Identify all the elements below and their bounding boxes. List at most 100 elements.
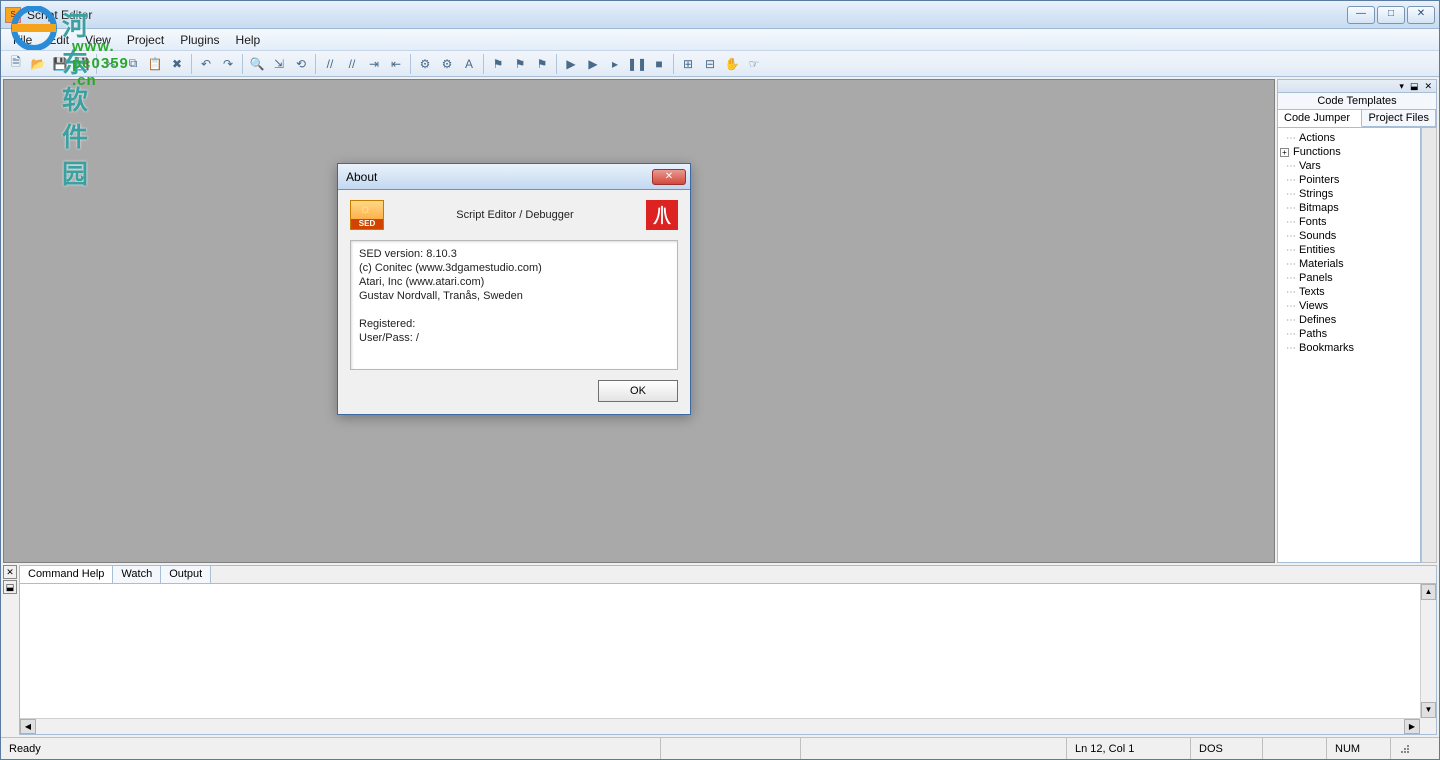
side-panel-dropdown-icon[interactable]: ▾ xyxy=(1397,81,1406,92)
copy-icon[interactable]: ⧉ xyxy=(123,54,143,74)
main-area: ▾ ⬓ ✕ Code Templates Code Jumper Project… xyxy=(1,77,1439,565)
tree-item-materials[interactable]: ⋯Materials xyxy=(1280,257,1418,271)
side-panel-pin-icon[interactable]: ⬓ xyxy=(1408,81,1421,92)
pause-icon[interactable]: ❚❚ xyxy=(627,54,647,74)
hand-icon[interactable]: ✋ xyxy=(722,54,742,74)
font-icon[interactable]: A xyxy=(459,54,479,74)
run-icon[interactable]: ▶ xyxy=(561,54,581,74)
menu-plugins[interactable]: Plugins xyxy=(172,31,227,49)
status-spacer2 xyxy=(801,738,1067,759)
tree-item-entities[interactable]: ⋯Entities xyxy=(1280,243,1418,257)
toolbar-separator xyxy=(673,54,674,74)
bottom-panel-close-icon[interactable]: ✕ xyxy=(3,565,17,579)
title-bar[interactable]: S Script Editor — □ ✕ xyxy=(1,1,1439,29)
status-ready: Ready xyxy=(1,738,661,759)
tree-dots-icon: ⋯ xyxy=(1286,133,1295,144)
tree-item-actions[interactable]: ⋯Actions xyxy=(1280,131,1418,145)
menu-project[interactable]: Project xyxy=(119,31,172,49)
indent-icon[interactable]: ⇥ xyxy=(364,54,384,74)
new-icon[interactable]: 🗎 xyxy=(6,54,26,74)
about-dialog: About ✕ SED Script Editor / Debugger SED… xyxy=(337,163,691,415)
tree-item-vars[interactable]: ⋯Vars xyxy=(1280,159,1418,173)
tree-item-pointers[interactable]: ⋯Pointers xyxy=(1280,173,1418,187)
tree-dots-icon: ⋯ xyxy=(1286,161,1295,172)
tree-item-fonts[interactable]: ⋯Fonts xyxy=(1280,215,1418,229)
delete-icon[interactable]: ✖ xyxy=(167,54,187,74)
bottom-panel: ✕ ⬓ Command Help Watch Output ▲ ▼ ◀ ▶ xyxy=(3,565,1437,735)
bookmark-prev-icon[interactable]: ⚑ xyxy=(532,54,552,74)
about-titlebar[interactable]: About ✕ xyxy=(338,164,690,190)
tree-item-label: Entities xyxy=(1299,244,1335,256)
scroll-left-icon[interactable]: ◀ xyxy=(20,719,36,734)
tab-code-jumper[interactable]: Code Jumper xyxy=(1278,110,1362,127)
tree-item-paths[interactable]: ⋯Paths xyxy=(1280,327,1418,341)
maximize-button[interactable]: □ xyxy=(1377,6,1405,24)
tree-item-sounds[interactable]: ⋯Sounds xyxy=(1280,229,1418,243)
tree-item-texts[interactable]: ⋯Texts xyxy=(1280,285,1418,299)
bookmark-toggle-icon[interactable]: ⚑ xyxy=(488,54,508,74)
tab-output[interactable]: Output xyxy=(161,566,211,583)
debug-icon[interactable]: ▶ xyxy=(583,54,603,74)
sed-logo-icon: SED xyxy=(350,200,384,230)
watch-tree-icon[interactable]: ⊟ xyxy=(700,54,720,74)
tree-item-bookmarks[interactable]: ⋯Bookmarks xyxy=(1280,341,1418,355)
minimize-button[interactable]: — xyxy=(1347,6,1375,24)
hand2-icon[interactable]: ☞ xyxy=(744,54,764,74)
tab-command-help[interactable]: Command Help xyxy=(20,566,113,583)
paste-icon[interactable]: 📋 xyxy=(145,54,165,74)
tab-watch[interactable]: Watch xyxy=(113,566,161,583)
cut-icon[interactable]: ✂ xyxy=(101,54,121,74)
about-close-button[interactable]: ✕ xyxy=(652,169,686,185)
menu-view[interactable]: View xyxy=(77,31,119,49)
status-insert xyxy=(1263,738,1327,759)
menu-file[interactable]: File xyxy=(5,31,40,49)
resize-grip-icon[interactable] xyxy=(1391,741,1413,757)
status-encoding: DOS xyxy=(1191,738,1263,759)
scroll-up-icon[interactable]: ▲ xyxy=(1421,584,1436,600)
find-icon[interactable]: 🔍 xyxy=(247,54,267,74)
tree-item-label: Fonts xyxy=(1299,216,1327,228)
bookmark-next-icon[interactable]: ⚑ xyxy=(510,54,530,74)
stop-icon[interactable]: ■ xyxy=(649,54,669,74)
menu-edit[interactable]: Edit xyxy=(40,31,77,49)
scroll-right-icon[interactable]: ▶ xyxy=(1404,719,1420,734)
menu-help[interactable]: Help xyxy=(228,31,269,49)
undo-icon[interactable]: ↶ xyxy=(196,54,216,74)
save-all-icon[interactable]: 💾 xyxy=(72,54,92,74)
tree-item-bitmaps[interactable]: ⋯Bitmaps xyxy=(1280,201,1418,215)
side-scrollbar[interactable] xyxy=(1421,128,1437,563)
code-jumper-tree[interactable]: ⋯Actions+Functions⋯Vars⋯Pointers⋯Strings… xyxy=(1277,128,1421,563)
bottom-panel-pin-icon[interactable]: ⬓ xyxy=(3,580,17,594)
tree-item-views[interactable]: ⋯Views xyxy=(1280,299,1418,313)
watch-add-icon[interactable]: ⊞ xyxy=(678,54,698,74)
step-icon[interactable]: ▸ xyxy=(605,54,625,74)
compile-icon[interactable]: ⚙ xyxy=(415,54,435,74)
comment-icon[interactable]: // xyxy=(320,54,340,74)
outdent-icon[interactable]: ⇤ xyxy=(386,54,406,74)
expand-icon[interactable]: + xyxy=(1280,148,1289,157)
replace-icon[interactable]: ⟲ xyxy=(291,54,311,74)
settings-icon[interactable]: ⚙ xyxy=(437,54,457,74)
bottom-content: ▲ ▼ ◀ ▶ xyxy=(20,584,1436,734)
about-ok-button[interactable]: OK xyxy=(598,380,678,402)
about-text: SED version: 8.10.3 (c) Conitec (www.3dg… xyxy=(350,240,678,370)
tab-project-files[interactable]: Project Files xyxy=(1362,110,1436,127)
tab-code-templates[interactable]: Code Templates xyxy=(1278,93,1436,110)
save-icon[interactable]: 💾 xyxy=(50,54,70,74)
close-button[interactable]: ✕ xyxy=(1407,6,1435,24)
tree-item-panels[interactable]: ⋯Panels xyxy=(1280,271,1418,285)
bottom-hscroll[interactable]: ◀ ▶ xyxy=(20,718,1420,734)
tree-dots-icon: ⋯ xyxy=(1286,203,1295,214)
tree-item-strings[interactable]: ⋯Strings xyxy=(1280,187,1418,201)
redo-icon[interactable]: ↷ xyxy=(218,54,238,74)
scroll-down-icon[interactable]: ▼ xyxy=(1421,702,1436,718)
find-next-icon[interactable]: ⇲ xyxy=(269,54,289,74)
tree-item-functions[interactable]: +Functions xyxy=(1280,145,1418,159)
side-panel-close-icon[interactable]: ✕ xyxy=(1422,81,1434,92)
uncomment-icon[interactable]: // xyxy=(342,54,362,74)
tree-dots-icon: ⋯ xyxy=(1286,273,1295,284)
side-panel: ▾ ⬓ ✕ Code Templates Code Jumper Project… xyxy=(1277,79,1437,563)
tree-item-defines[interactable]: ⋯Defines xyxy=(1280,313,1418,327)
open-icon[interactable]: 📂 xyxy=(28,54,48,74)
bottom-vscroll[interactable]: ▲ ▼ xyxy=(1420,584,1436,718)
